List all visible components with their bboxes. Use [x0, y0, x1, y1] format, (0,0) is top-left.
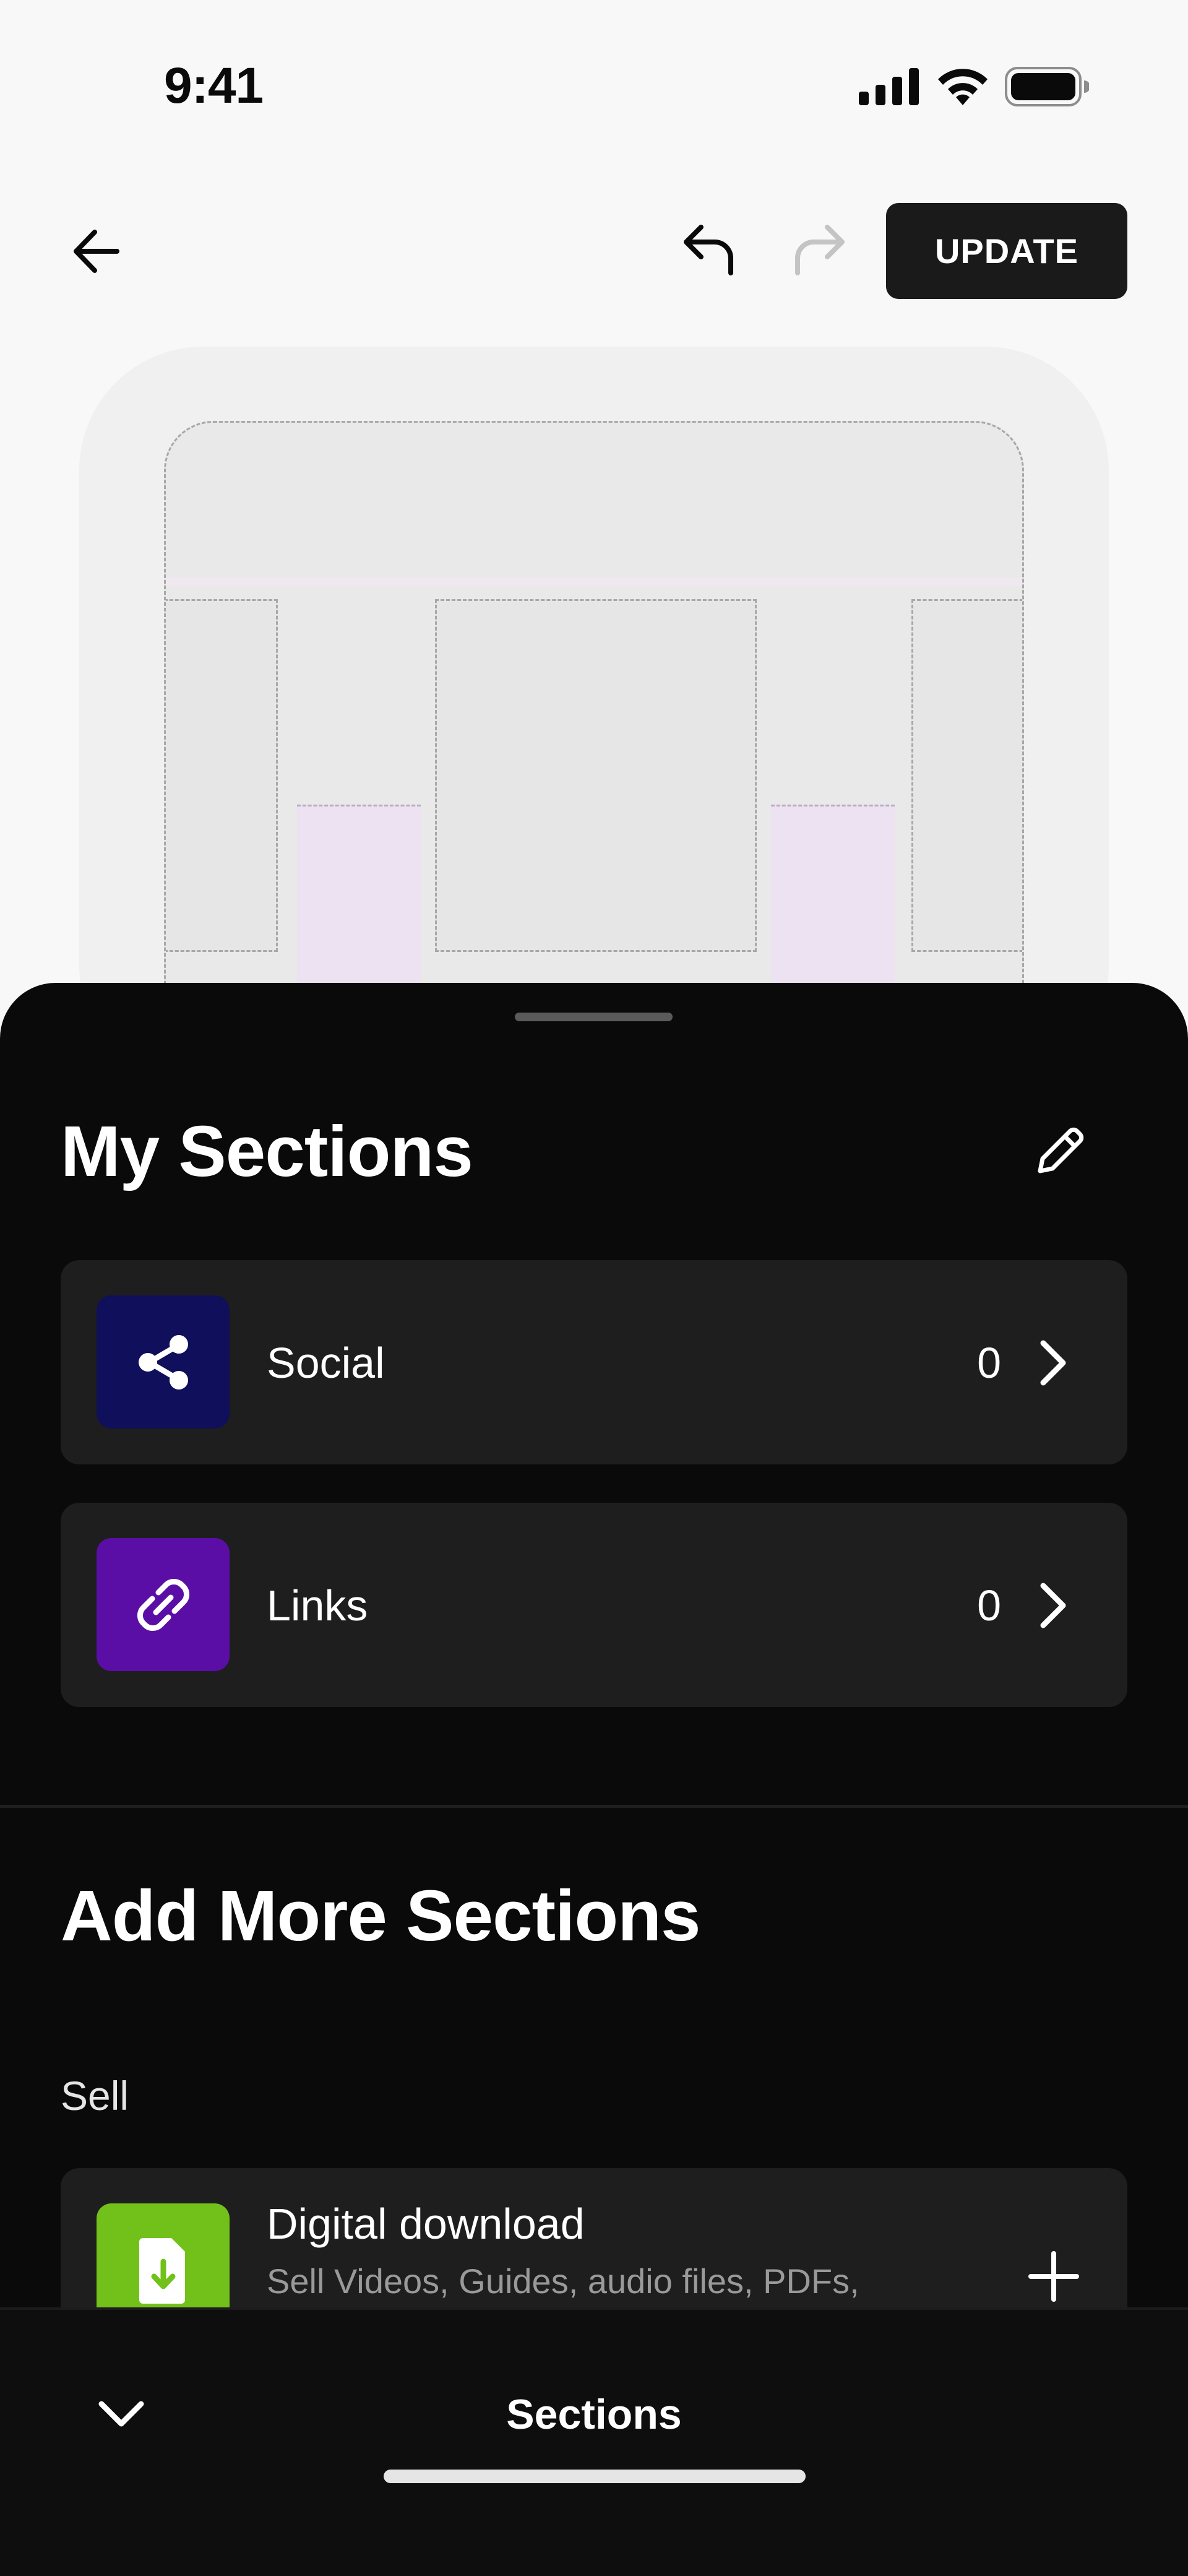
preview-block-center	[435, 599, 757, 952]
battery-icon	[1005, 67, 1090, 110]
update-button[interactable]: UPDATE	[886, 203, 1127, 299]
group-label-sell: Sell	[61, 2073, 129, 2119]
download-file-icon	[139, 2237, 185, 2304]
sheet-title: My Sections	[61, 1111, 473, 1191]
add-item-title: Digital download	[267, 2200, 585, 2248]
section-row-label: Social	[267, 1339, 385, 1387]
sheet-grabber[interactable]	[515, 1013, 673, 1021]
undo-icon	[684, 225, 733, 275]
social-icon-tile	[97, 1295, 230, 1428]
chevron-right-icon	[1025, 1577, 1082, 1634]
redo-button[interactable]	[789, 220, 851, 282]
status-time: 9:41	[164, 58, 264, 114]
links-icon-tile	[97, 1538, 230, 1671]
undo-button[interactable]	[678, 220, 739, 282]
redo-icon	[795, 225, 845, 275]
add-sections-title: Add More Sections	[61, 1875, 701, 1956]
bottom-bar: Sections	[0, 2307, 1188, 2576]
home-indicator[interactable]	[384, 2470, 806, 2483]
section-row-count: 0	[977, 1581, 1001, 1630]
section-row-social[interactable]: Social 0	[61, 1260, 1127, 1464]
section-row-label: Links	[267, 1581, 368, 1630]
section-row-count: 0	[977, 1339, 1001, 1387]
wifi-icon	[936, 67, 990, 110]
status-icons	[859, 67, 1090, 110]
preview-block-right	[911, 599, 1022, 952]
add-item-subtitle: Sell Videos, Guides, audio files, PDFs,	[267, 2262, 859, 2301]
add-digital-download-button[interactable]	[1020, 2242, 1088, 2310]
preview-block-left	[166, 599, 278, 952]
chevron-right-icon	[1025, 1334, 1082, 1391]
preview-header-strip	[166, 577, 1022, 586]
link-icon	[137, 1578, 189, 1631]
section-row-links[interactable]: Links 0	[61, 1503, 1127, 1707]
share-icon	[138, 1334, 188, 1390]
bottom-bar-title: Sections	[506, 2391, 682, 2438]
plus-icon	[1028, 2251, 1079, 2302]
back-button[interactable]	[68, 223, 125, 280]
edit-sections-button[interactable]	[1030, 1119, 1092, 1181]
section-divider	[0, 1805, 1188, 1808]
arrow-left-icon	[74, 230, 119, 273]
cellular-signal-icon	[859, 68, 921, 108]
pencil-icon	[1038, 1127, 1084, 1173]
